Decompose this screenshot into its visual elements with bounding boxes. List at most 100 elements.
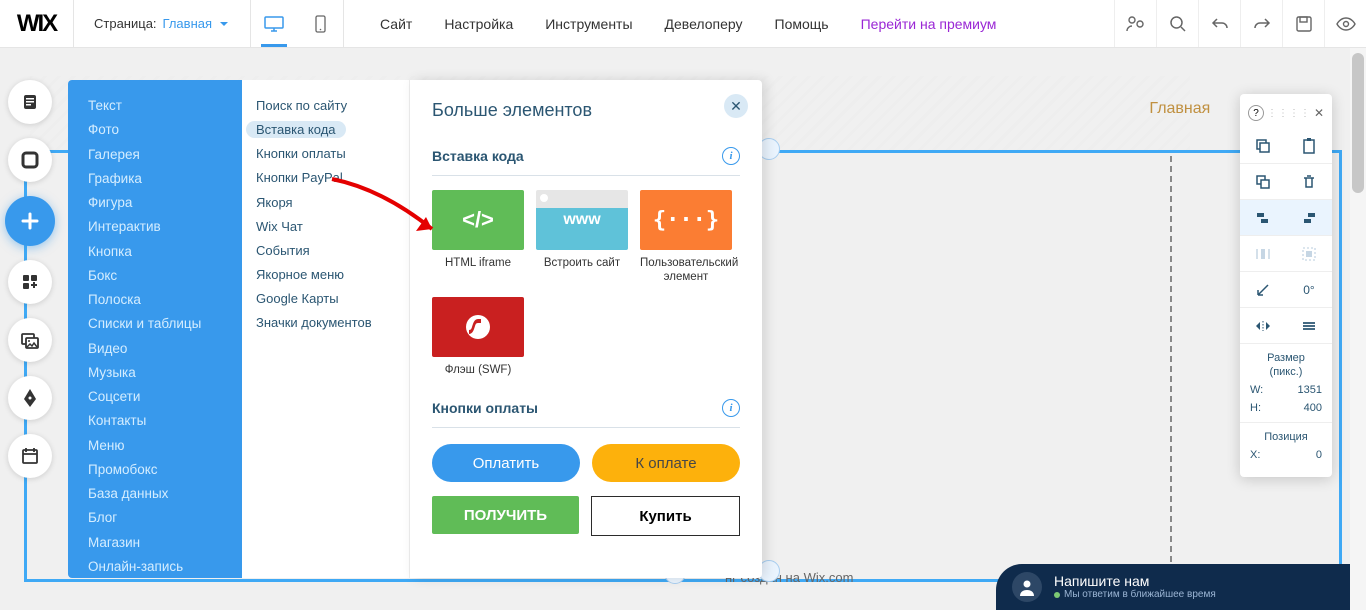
sub-doc-icons[interactable]: Значки документов xyxy=(242,311,409,335)
cat-music[interactable]: Музыка xyxy=(68,361,242,385)
delete-icon[interactable] xyxy=(1286,164,1332,199)
rail-media[interactable] xyxy=(8,318,52,362)
collab-icon[interactable] xyxy=(1114,0,1156,47)
cat-graphic[interactable]: Графика xyxy=(68,167,242,191)
help-icon[interactable]: ? xyxy=(1248,105,1264,121)
close-button[interactable]: ✕ xyxy=(724,94,748,118)
btn-get[interactable]: ПОЛУЧИТЬ xyxy=(432,496,579,534)
rail-bookings[interactable] xyxy=(8,434,52,478)
rail-pages[interactable] xyxy=(8,80,52,124)
sub-search[interactable]: Поиск по сайту xyxy=(242,94,409,118)
cat-blog[interactable]: Блог xyxy=(68,506,242,530)
rail-blog[interactable] xyxy=(8,376,52,420)
menu-site[interactable]: Сайт xyxy=(364,16,428,32)
desktop-tab[interactable] xyxy=(251,0,297,47)
copy-icon[interactable] xyxy=(1240,128,1286,163)
cat-booking[interactable]: Онлайн-запись xyxy=(68,555,242,578)
sub-events[interactable]: События xyxy=(242,239,409,263)
rail-background[interactable] xyxy=(8,138,52,182)
w-value[interactable]: 1351 xyxy=(1298,384,1322,396)
sub-pay-buttons[interactable]: Кнопки оплаты xyxy=(242,142,409,166)
paste-icon[interactable] xyxy=(1286,128,1332,163)
section-pay-head: Кнопки оплаты i xyxy=(432,399,740,428)
mobile-tab[interactable] xyxy=(297,0,343,47)
align-right-icon[interactable] xyxy=(1286,200,1332,235)
tile-html-iframe[interactable]: </> HTML iframe xyxy=(432,190,524,285)
distribute-h-icon[interactable] xyxy=(1240,236,1286,271)
btn-buy[interactable]: Купить xyxy=(591,496,740,536)
btn-checkout[interactable]: К оплате xyxy=(592,444,740,482)
sub-embed-code[interactable]: Вставка кода xyxy=(242,118,409,142)
cat-video[interactable]: Видео xyxy=(68,337,242,361)
notch-handle[interactable] xyxy=(633,0,733,8)
pos-title: Позиция xyxy=(1250,431,1322,443)
cat-db[interactable]: База данных xyxy=(68,482,242,506)
cat-social[interactable]: Соцсети xyxy=(68,385,242,409)
close-icon[interactable]: ✕ xyxy=(1314,106,1324,120)
add-categories: Текст Фото Галерея Графика Фигура Интера… xyxy=(68,80,242,578)
save-icon[interactable] xyxy=(1282,0,1324,47)
cat-strip[interactable]: Полоска xyxy=(68,288,242,312)
cat-interactive[interactable]: Интерактив xyxy=(68,215,242,239)
rail-apps[interactable] xyxy=(8,260,52,304)
rail-add[interactable] xyxy=(5,196,55,246)
w-label: W: xyxy=(1250,384,1263,396)
size-title: Размер xyxy=(1250,352,1322,364)
menu-help[interactable]: Помощь xyxy=(759,16,845,32)
sub-anchors[interactable]: Якоря xyxy=(242,191,409,215)
square-icon xyxy=(21,151,39,169)
cat-shape[interactable]: Фигура xyxy=(68,191,242,215)
cat-contact[interactable]: Контакты xyxy=(68,409,242,433)
h-label: H: xyxy=(1250,402,1261,414)
scrollbar[interactable] xyxy=(1350,48,1366,610)
page-switcher[interactable]: Страница: Главная xyxy=(74,0,251,47)
btn-pay[interactable]: Оплатить xyxy=(432,444,580,482)
menu-settings[interactable]: Настройка xyxy=(428,16,529,32)
rotation-value[interactable]: 0° xyxy=(1286,272,1332,307)
sub-paypal[interactable]: Кнопки PayPal xyxy=(242,166,409,190)
cat-lists[interactable]: Списки и таблицы xyxy=(68,312,242,336)
flip-v-icon[interactable] xyxy=(1286,308,1332,343)
h-value[interactable]: 400 xyxy=(1304,402,1322,414)
x-value[interactable]: 0 xyxy=(1316,449,1322,461)
cat-gallery[interactable]: Галерея xyxy=(68,143,242,167)
tile-embed-site[interactable]: www Встроить сайт xyxy=(536,190,628,285)
tile-flash[interactable]: Флэш (SWF) xyxy=(432,297,524,377)
align-left-icon[interactable] xyxy=(1240,200,1286,235)
tile-custom-element[interactable]: {···} Пользовательский элемент xyxy=(640,190,732,285)
page-label: Страница: xyxy=(94,16,157,31)
cat-button[interactable]: Кнопка xyxy=(68,240,242,264)
redo-icon[interactable] xyxy=(1240,0,1282,47)
mobile-icon xyxy=(315,15,326,33)
menu-tools[interactable]: Инструменты xyxy=(529,16,648,32)
cat-promo[interactable]: Промобокс xyxy=(68,458,242,482)
scrollbar-thumb[interactable] xyxy=(1352,53,1364,193)
menu-upgrade[interactable]: Перейти на премиум xyxy=(845,16,1013,32)
cat-store[interactable]: Магазин xyxy=(68,531,242,555)
braces-icon: {···} xyxy=(640,190,732,250)
cat-menu[interactable]: Меню xyxy=(68,434,242,458)
nav-home[interactable]: Главная xyxy=(1149,100,1210,118)
inspector-panel[interactable]: ? ⋮⋮⋮⋮ ✕ 0° Размер (пикс.) W:1351 H:400 … xyxy=(1240,94,1332,477)
panel-title: Больше элементов xyxy=(432,100,740,121)
rotate-icon[interactable] xyxy=(1240,272,1286,307)
wix-logo[interactable]: WIX xyxy=(0,0,74,47)
sub-wixchat[interactable]: Wix Чат xyxy=(242,215,409,239)
add-subcategories: Поиск по сайту Вставка кода Кнопки оплат… xyxy=(242,80,410,578)
menu-dev[interactable]: Девелоперу xyxy=(649,16,759,32)
duplicate-icon[interactable] xyxy=(1240,164,1286,199)
match-size-icon[interactable] xyxy=(1286,236,1332,271)
info-icon[interactable]: i xyxy=(722,147,740,165)
sub-anchor-menu[interactable]: Якорное меню xyxy=(242,263,409,287)
chat-widget[interactable]: Напишите нам Мы ответим в ближайшее врем… xyxy=(996,564,1366,610)
cat-box[interactable]: Бокс xyxy=(68,264,242,288)
sub-gmaps[interactable]: Google Карты xyxy=(242,287,409,311)
undo-icon[interactable] xyxy=(1198,0,1240,47)
flip-h-icon[interactable] xyxy=(1240,308,1286,343)
preview-icon[interactable] xyxy=(1324,0,1366,47)
search-icon[interactable] xyxy=(1156,0,1198,47)
info-icon[interactable]: i xyxy=(722,399,740,417)
drag-grip-icon[interactable]: ⋮⋮⋮⋮ xyxy=(1267,108,1311,119)
cat-text[interactable]: Текст xyxy=(68,94,242,118)
cat-photo[interactable]: Фото xyxy=(68,118,242,142)
